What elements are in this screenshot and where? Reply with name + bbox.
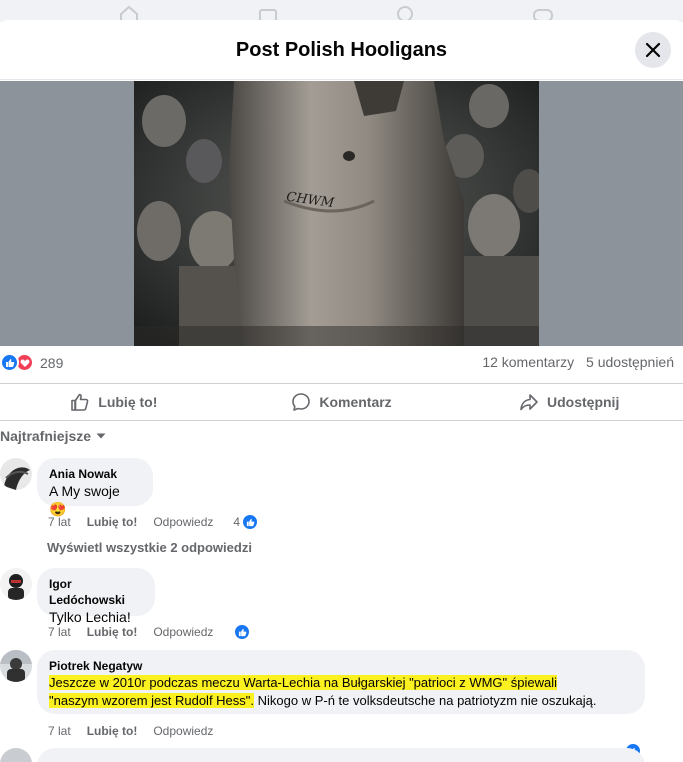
background-top-nav <box>0 0 683 22</box>
modal-header: Post Polish Hooligans <box>0 20 683 80</box>
comment-bubble <box>37 748 645 762</box>
comment-like-link[interactable]: Lubię to! <box>87 515 138 529</box>
comment-like-count[interactable]: 4 <box>233 515 240 529</box>
comment-button-label: Komentarz <box>319 394 392 410</box>
comment-like-link[interactable]: Lubię to! <box>87 724 138 738</box>
comment-bubble: Ania Nowak A My swoje 😍 <box>37 458 153 517</box>
post-image[interactable]: CHWM <box>134 81 539 346</box>
comment-age[interactable]: 7 lat <box>48 515 71 529</box>
comment-text-content: A My swoje <box>49 483 120 499</box>
comment-sort-dropdown[interactable]: Najtrafniejsze <box>0 428 107 444</box>
comment-meta: 7 lat Lubię to! Odpowiedz <box>48 623 252 641</box>
comment-age[interactable]: 7 lat <box>48 724 71 738</box>
share-button[interactable]: Udostępnij <box>455 384 683 420</box>
comments-count[interactable]: 12 komentarzy <box>482 354 574 370</box>
avatar[interactable] <box>0 458 32 490</box>
post-stats: 289 12 komentarzy 5 udostępnień <box>0 350 683 376</box>
comment-meta: 7 lat Lubię to! Odpowiedz 4 <box>48 513 260 531</box>
view-replies-link[interactable]: Wyświetl wszystkie 2 odpowiedzi <box>47 540 252 555</box>
avatar[interactable] <box>0 748 32 762</box>
post-media-area: CHWM <box>0 81 683 346</box>
highlighted-text: Jeszcze w 2010r podczas meczu Warta-Lech… <box>49 675 557 690</box>
avatar[interactable] <box>0 568 32 600</box>
close-button[interactable] <box>635 32 671 68</box>
highlighted-text: "naszym wzorem jest Rudolf Hess". <box>49 693 255 708</box>
reactions-count: 289 <box>40 354 64 371</box>
post-modal: Post Polish Hooligans CHWM 289 12 koment… <box>0 20 683 762</box>
comment-bubble: Igor Ledóchowski Tylko Lechia! <box>37 568 155 625</box>
comment-reply-link[interactable]: Odpowiedz <box>153 724 213 738</box>
post-actions-bar: Lubię to! Komentarz Udostępnij <box>0 383 683 421</box>
comment-text-content: Nikogo w P-ń te volksdeutsche na patriot… <box>254 693 597 708</box>
close-icon <box>645 42 661 58</box>
comment-like-link[interactable]: Lubię to! <box>87 625 138 639</box>
modal-title: Post Polish Hooligans <box>235 39 448 61</box>
comment-sort-label: Najtrafniejsze <box>0 428 92 444</box>
comment-icon <box>292 393 311 411</box>
stats-right: 12 komentarzy 5 udostępnień <box>474 354 674 370</box>
comment-reply-link[interactable]: Odpowiedz <box>153 625 213 639</box>
comment-button[interactable]: Komentarz <box>228 384 456 420</box>
comment-meta: 7 lat Lubię to! Odpowiedz <box>48 724 229 738</box>
share-button-label: Udostępnij <box>547 394 620 410</box>
like-button[interactable]: Lubię to! <box>0 384 228 420</box>
comment-text: Jeszcze w 2010r podczas meczu Warta-Lech… <box>49 674 633 710</box>
like-reaction-icon <box>233 623 252 641</box>
like-button-label: Lubię to! <box>98 394 158 410</box>
avatar[interactable] <box>0 650 32 682</box>
like-reaction-icon <box>0 353 19 372</box>
comment-author[interactable]: Piotrek Negatyw <box>49 658 633 674</box>
shares-count[interactable]: 5 udostępnień <box>586 354 674 370</box>
crowd-photo: CHWM <box>134 81 539 346</box>
thumbs-up-icon <box>71 393 89 411</box>
like-reaction-icon <box>241 513 260 531</box>
comment-age[interactable]: 7 lat <box>48 625 71 639</box>
page: Post Polish Hooligans CHWM 289 12 koment… <box>0 0 683 762</box>
comment-author[interactable]: Igor Ledóchowski <box>49 576 143 608</box>
comment-author[interactable]: Ania Nowak <box>49 466 141 482</box>
chevron-down-icon <box>96 433 106 439</box>
share-icon <box>520 394 538 411</box>
comment-bubble: Piotrek Negatyw Jeszcze w 2010r podczas … <box>37 650 645 714</box>
comment-reply-link[interactable]: Odpowiedz <box>153 515 213 529</box>
reactions-summary[interactable]: 289 <box>0 353 63 372</box>
